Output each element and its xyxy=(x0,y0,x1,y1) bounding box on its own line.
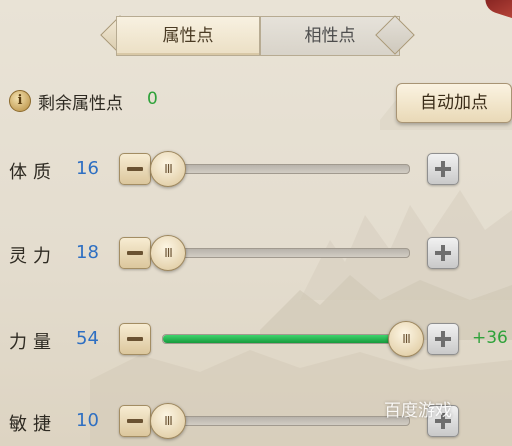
tab-bar: 属性点 相性点 xyxy=(100,15,415,58)
auto-allocate-button[interactable]: 自动加点 xyxy=(396,83,512,123)
attribute-value: 18 xyxy=(76,242,99,263)
info-icon[interactable]: i xyxy=(9,90,31,112)
slider-knob[interactable]: III xyxy=(388,321,424,357)
plus-button[interactable] xyxy=(427,323,459,355)
attribute-name: 体质 xyxy=(9,162,57,183)
watermark-text: 百度游戏 xyxy=(384,401,452,421)
plus-button[interactable] xyxy=(427,237,459,269)
attribute-row-strength: 力量 54 III +36 xyxy=(0,320,512,360)
slider-track[interactable]: III xyxy=(162,321,424,357)
slider-track[interactable]: III xyxy=(150,235,410,271)
attribute-name: 敏捷 xyxy=(9,414,57,435)
slider-track[interactable]: III xyxy=(150,403,410,439)
attribute-name: 灵力 xyxy=(9,246,57,267)
attribute-row-constitution: 体质 16 III xyxy=(0,150,512,190)
minus-button[interactable] xyxy=(119,405,151,437)
slider-knob[interactable]: III xyxy=(150,403,186,439)
minus-button[interactable] xyxy=(119,323,151,355)
remaining-points-value: 0 xyxy=(147,89,158,109)
bonus-value: +36 xyxy=(472,328,508,348)
attribute-row-spirit: 灵力 18 III xyxy=(0,234,512,274)
attribute-name: 力量 xyxy=(9,332,57,353)
minus-button[interactable] xyxy=(119,153,151,185)
minus-button[interactable] xyxy=(119,237,151,269)
remaining-points-label: 剩余属性点 xyxy=(38,94,123,114)
landscape-background xyxy=(90,88,512,446)
slider-fill xyxy=(163,335,409,343)
attribute-value: 10 xyxy=(76,410,99,431)
slider-knob[interactable]: III xyxy=(150,235,186,271)
slider-knob[interactable]: III xyxy=(150,151,186,187)
attribute-value: 16 xyxy=(76,158,99,179)
slider-track[interactable]: III xyxy=(150,151,410,187)
attribute-value: 54 xyxy=(76,328,99,349)
plus-button[interactable] xyxy=(427,153,459,185)
tab-attribute-points[interactable]: 属性点 xyxy=(116,16,260,56)
